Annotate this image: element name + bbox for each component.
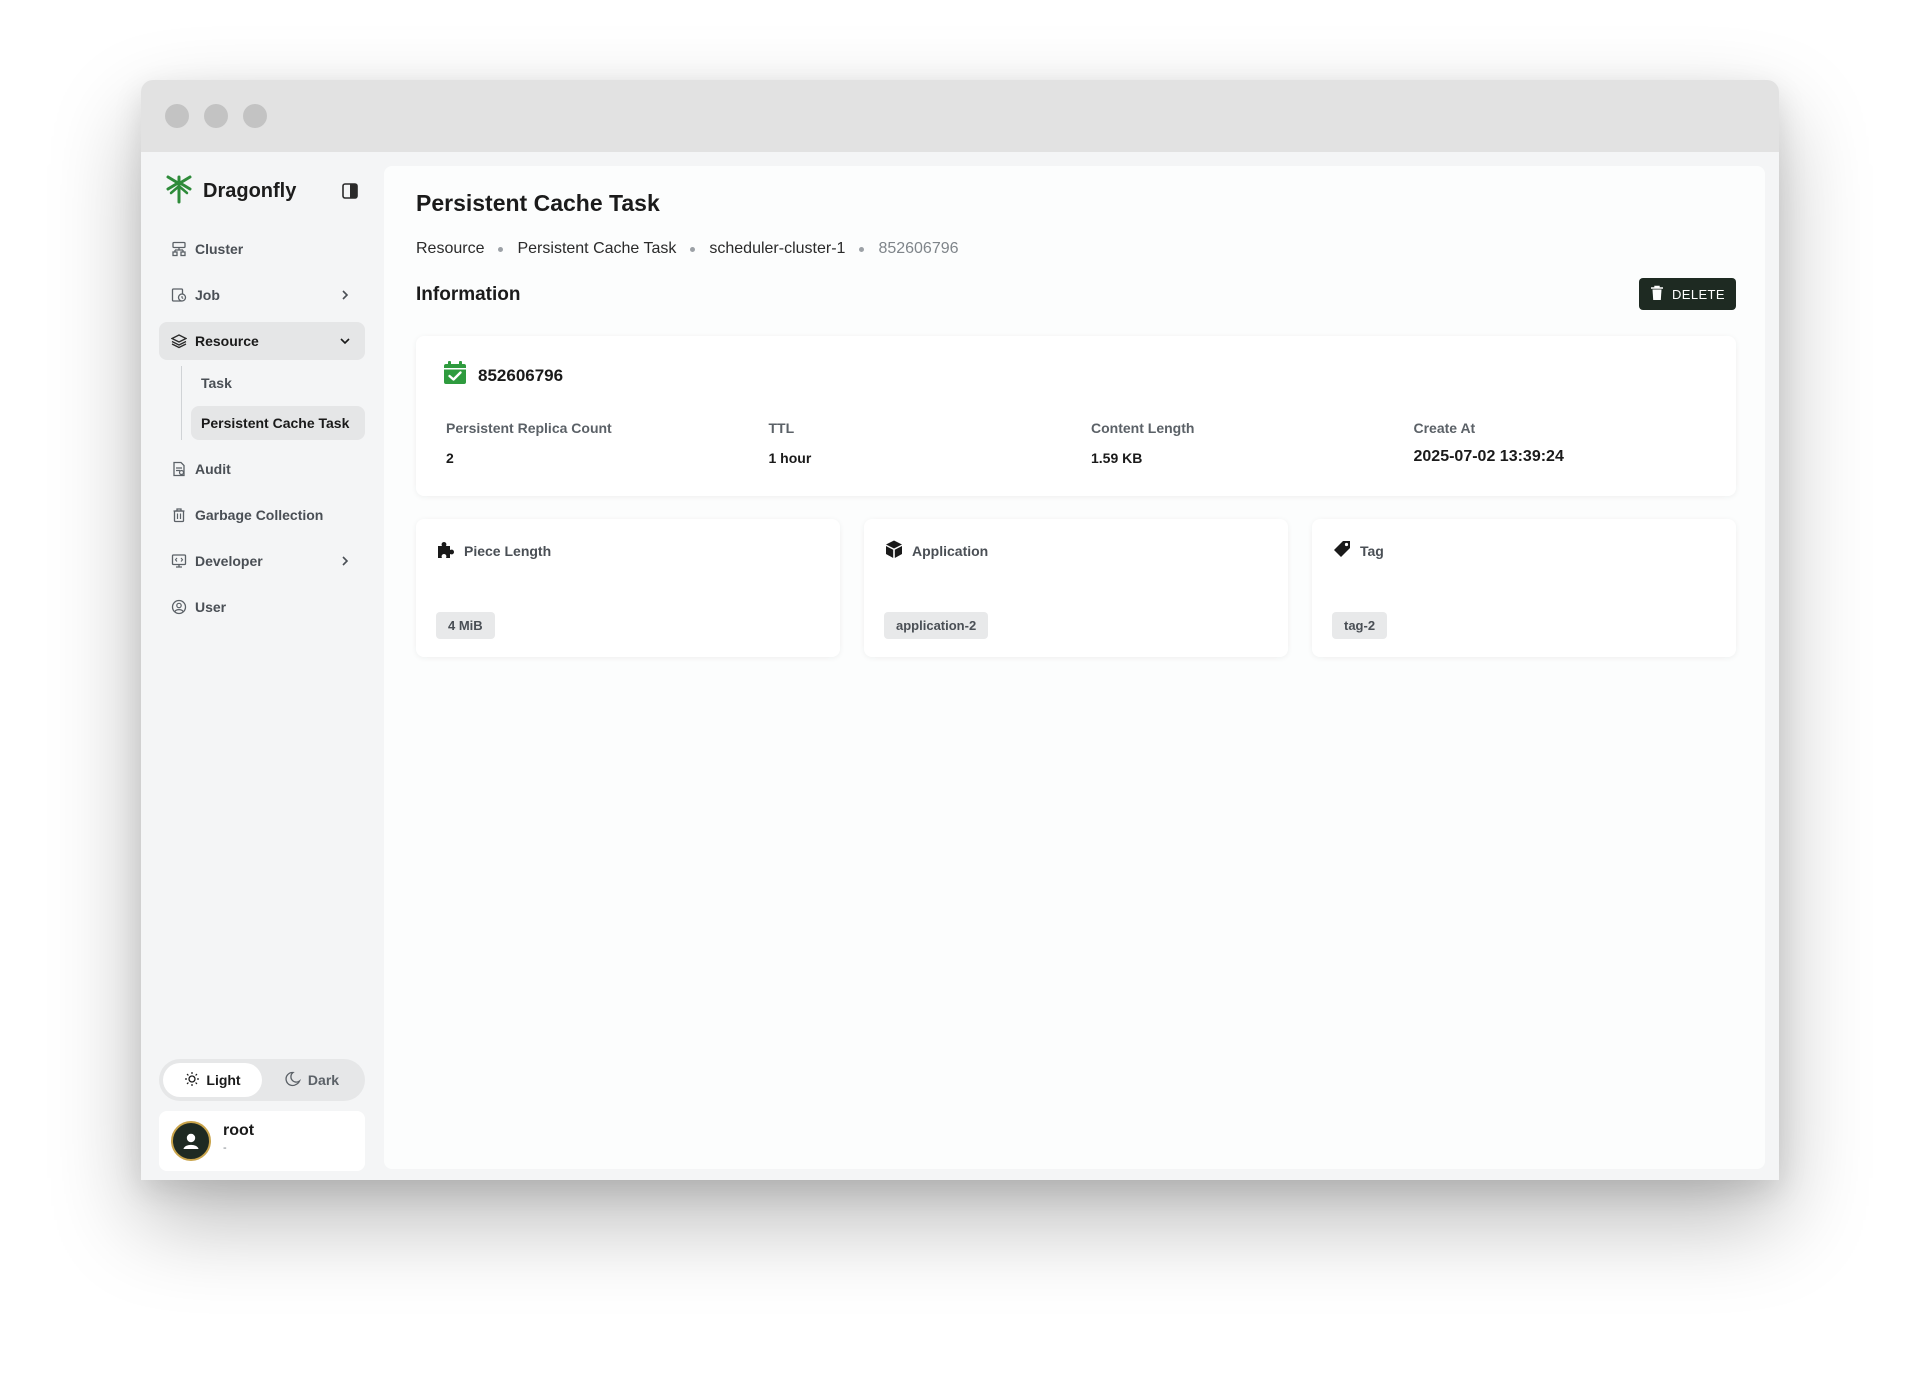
information-card: 852606796 Persistent Replica Count 2 TTL… [416, 336, 1736, 496]
breadcrumb-scheduler-cluster[interactable]: scheduler-cluster-1 [709, 240, 845, 258]
theme-toggle: Light Dark [159, 1059, 365, 1101]
card-header: Tag [1332, 539, 1384, 562]
sidebar-item-job[interactable]: Job [159, 276, 365, 314]
layers-icon [171, 333, 187, 349]
window-close-dot[interactable] [165, 104, 189, 128]
sidebar-item-user[interactable]: User [159, 588, 365, 626]
sidebar-item-label: User [195, 599, 227, 615]
sidebar-item-developer[interactable]: Developer [159, 542, 365, 580]
field-create-at: Create At 2025-07-02 13:39:24 [1414, 420, 1737, 466]
sidebar-item-garbage-collection[interactable]: Garbage Collection [159, 496, 365, 534]
sidebar-item-label: Job [195, 287, 220, 303]
card-header: Piece Length [436, 539, 551, 562]
chevron-right-icon [337, 287, 353, 303]
tag-icon [1332, 539, 1352, 562]
card-header: Application [884, 539, 988, 562]
sidebar: Dragonfly Cluster Job Resource Task Pers… [141, 152, 383, 1180]
field-value: 1.59 KB [1091, 450, 1143, 466]
theme-dark-label: Dark [307, 1072, 340, 1088]
detail-cards: Piece Length 4 MiB Application applicati… [416, 519, 1736, 657]
cluster-icon [171, 241, 187, 257]
chevron-down-icon [337, 333, 353, 349]
field-label: Content Length [1091, 420, 1195, 436]
sidebar-item-audit[interactable]: Audit [159, 450, 365, 488]
tag-chip: tag-2 [1332, 612, 1388, 639]
breadcrumb: Resource Persistent Cache Task scheduler… [416, 240, 959, 258]
field-label: Persistent Replica Count [446, 420, 612, 436]
dragonfly-logo-icon [165, 174, 193, 209]
field-persistent-replica-count: Persistent Replica Count 2 [446, 420, 769, 466]
field-label: TTL [768, 420, 795, 436]
sidebar-item-label: Cluster [195, 241, 244, 257]
sidebar-item-label: Audit [195, 461, 231, 477]
card-title: Application [912, 542, 989, 559]
audit-icon [171, 461, 187, 477]
sun-icon [184, 1071, 200, 1090]
theme-dark-button[interactable]: Dark [262, 1063, 361, 1097]
sidebar-collapse-icon[interactable] [341, 182, 359, 200]
piece-length-card: Piece Length 4 MiB [416, 519, 840, 657]
user-circle-icon [171, 599, 187, 615]
card-title: Tag [1360, 542, 1384, 559]
breadcrumb-separator [859, 246, 865, 252]
user-name: root [223, 1122, 255, 1139]
user-card[interactable]: root - [159, 1111, 365, 1171]
app-window: Dragonfly Cluster Job Resource Task Pers… [141, 80, 1779, 1180]
field-label: Create At [1413, 420, 1476, 436]
sidebar-item-cluster[interactable]: Cluster [159, 230, 365, 268]
information-fields: Persistent Replica Count 2 TTL 1 hour Co… [446, 420, 1736, 466]
field-value: 1 hour [768, 450, 812, 466]
calendar-check-icon [442, 360, 468, 391]
chevron-right-icon [337, 553, 353, 569]
sidebar-nav: Cluster Job Resource Task Persistent Cac… [159, 230, 365, 634]
theme-light-button[interactable]: Light [163, 1063, 262, 1097]
page-title: Persistent Cache Task [416, 190, 660, 216]
field-value: 2025-07-02 13:39:24 [1413, 448, 1564, 465]
card-title: Piece Length [464, 542, 552, 559]
application-card: Application application-2 [864, 519, 1288, 657]
breadcrumb-separator [498, 246, 504, 252]
delete-button[interactable]: DELETE [1639, 278, 1736, 310]
task-id: 852606796 [478, 365, 564, 385]
field-ttl: TTL 1 hour [769, 420, 1092, 466]
window-maximize-dot[interactable] [243, 104, 267, 128]
sidebar-item-label: Developer [195, 553, 263, 569]
job-icon [171, 287, 187, 303]
tag-card: Tag tag-2 [1312, 519, 1736, 657]
main-content: Persistent Cache Task Resource Persisten… [384, 166, 1765, 1169]
sidebar-item-resource[interactable]: Resource [159, 322, 365, 360]
section-title-information: Information [416, 284, 521, 305]
sidebar-subitem-persistent-cache-task[interactable]: Persistent Cache Task [191, 406, 365, 440]
user-subtitle: - [223, 1142, 227, 1154]
trash-icon [171, 507, 187, 523]
sidebar-subitem-task[interactable]: Task [191, 366, 365, 400]
delete-label: DELETE [1672, 286, 1725, 302]
breadcrumb-resource[interactable]: Resource [416, 240, 484, 258]
breadcrumb-persistent-cache-task[interactable]: Persistent Cache Task [517, 240, 676, 258]
field-value: 2 [446, 450, 454, 466]
moon-icon [284, 1070, 302, 1091]
application-chip: application-2 [884, 612, 989, 639]
field-content-length: Content Length 1.59 KB [1091, 420, 1414, 466]
piece-length-chip: 4 MiB [436, 612, 495, 639]
monitor-code-icon [171, 553, 187, 569]
task-id-header: 852606796 [442, 360, 563, 391]
window-minimize-dot[interactable] [204, 104, 228, 128]
puzzle-icon [436, 539, 456, 562]
sidebar-item-label: Garbage Collection [195, 507, 324, 523]
breadcrumb-current: 852606796 [878, 240, 959, 257]
sidebar-item-label: Resource [195, 333, 259, 349]
brand-name: Dragonfly [203, 180, 297, 202]
theme-light-label: Light [206, 1072, 241, 1088]
brand[interactable]: Dragonfly [165, 174, 296, 209]
resource-submenu: Task Persistent Cache Task [159, 366, 365, 440]
delete-icon [1650, 285, 1664, 304]
cube-icon [884, 539, 904, 562]
breadcrumb-separator [690, 246, 696, 252]
avatar [171, 1121, 211, 1161]
title-bar [141, 80, 1779, 152]
